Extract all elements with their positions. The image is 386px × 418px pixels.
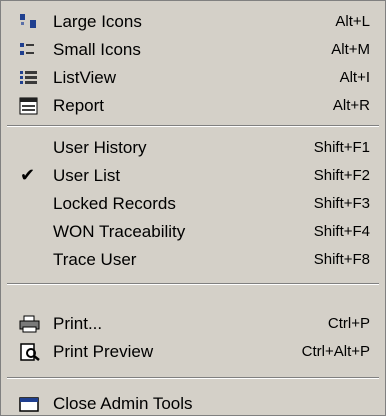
- menu-item-close-admin-tools[interactable]: Close Admin Tools: [1, 391, 385, 417]
- menu-item-trace-user[interactable]: Trace User Shift+F8: [1, 247, 385, 273]
- menu-item-user-list[interactable]: ✔ User List Shift+F2: [1, 163, 385, 189]
- checkmark-icon: ✔: [20, 165, 36, 185]
- menu-separator: [7, 125, 379, 127]
- close-admin-tools-icon: [18, 395, 42, 413]
- menu-item-report[interactable]: Report Alt+R: [1, 93, 385, 119]
- menu-item-print-preview[interactable]: Print Preview Ctrl+Alt+P: [1, 339, 385, 365]
- menu-separator: [7, 377, 379, 379]
- menu-separator: [7, 283, 379, 285]
- menu-item-locked-records[interactable]: Locked Records Shift+F3: [1, 191, 385, 217]
- list-view-icon: [18, 69, 42, 87]
- menu-item-list-view[interactable]: ListView Alt+I: [1, 65, 385, 91]
- menu-item-small-icons[interactable]: Small Icons Alt+M: [1, 37, 385, 63]
- print-preview-icon: [18, 343, 42, 361]
- menu-item-user-history[interactable]: User History Shift+F1: [1, 135, 385, 161]
- report-icon: [18, 97, 42, 115]
- printer-icon: [18, 315, 42, 333]
- large-icons-icon: [18, 13, 42, 31]
- admin-tools-context-menu: Large Icons Alt+L Small Icons Alt+M List…: [0, 0, 386, 416]
- menu-item-won-traceability[interactable]: WON Traceability Shift+F4: [1, 219, 385, 245]
- menu-item-print[interactable]: Print... Ctrl+P: [1, 311, 385, 337]
- small-icons-icon: [18, 41, 42, 59]
- menu-item-large-icons[interactable]: Large Icons Alt+L: [1, 9, 385, 35]
